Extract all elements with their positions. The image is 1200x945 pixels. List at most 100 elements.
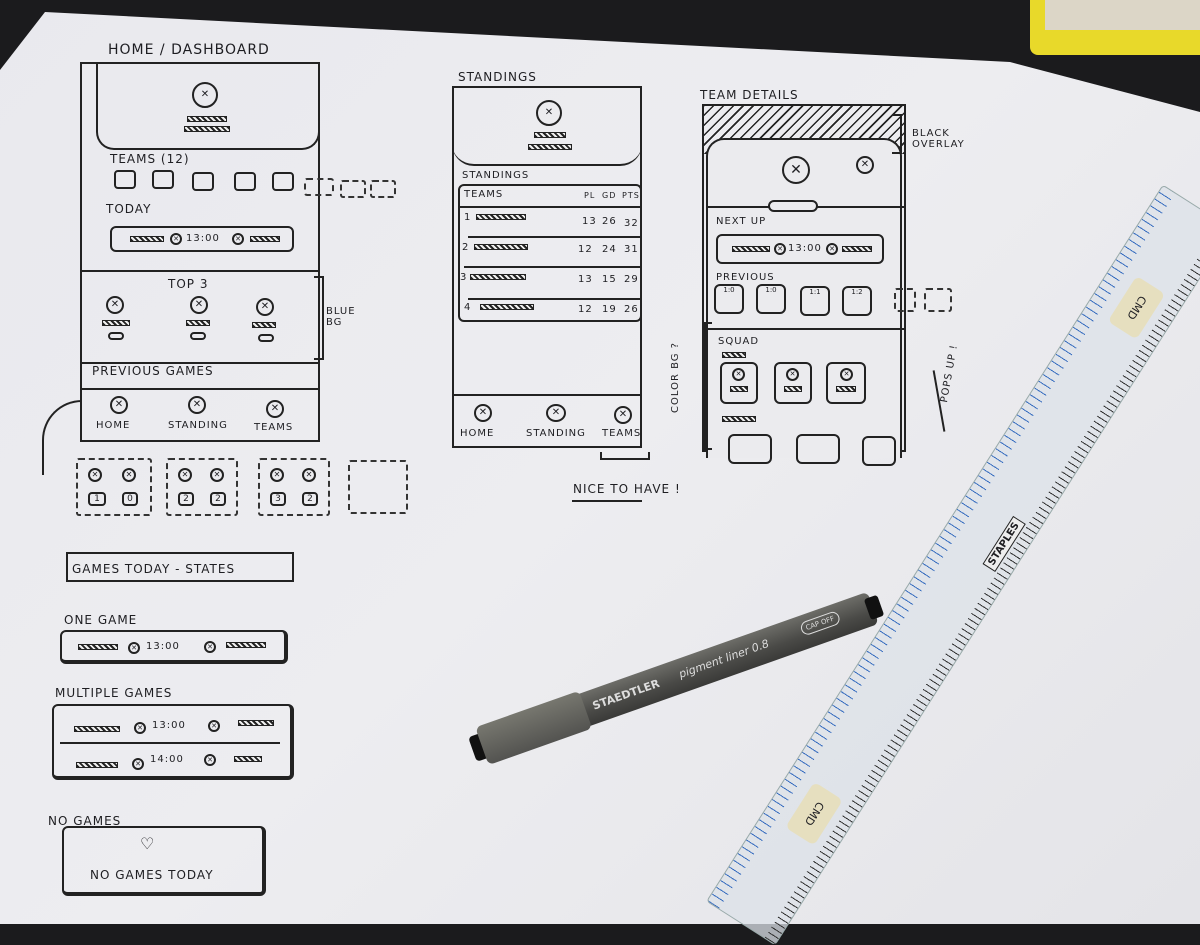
team-name — [74, 726, 120, 732]
team-chip[interactable] — [114, 170, 136, 189]
team-logo-icon: ✕ — [88, 468, 102, 482]
nav-home[interactable]: HOME — [460, 428, 494, 439]
team-logo-icon: ✕ — [302, 468, 316, 482]
previous-games-label: PREVIOUS GAMES — [92, 364, 214, 378]
teams-nav-icon[interactable]: ✕ — [266, 400, 284, 418]
home-nav-icon[interactable]: ✕ — [110, 396, 128, 414]
player-name — [836, 386, 856, 392]
player-card[interactable]: ✕ — [826, 362, 866, 404]
rank: 2 — [462, 242, 470, 253]
played: 12 — [578, 304, 593, 315]
team-logo-icon: ✕ — [826, 243, 838, 255]
previous-result[interactable]: 1:0 — [714, 284, 744, 314]
position-label — [722, 352, 746, 358]
rank: 1 — [464, 212, 472, 223]
table-row[interactable]: 2 12 24 31 — [460, 240, 642, 266]
subtitle-placeholder — [184, 126, 230, 132]
home-nav-icon[interactable]: ✕ — [474, 404, 492, 422]
empty-game-card — [348, 460, 408, 514]
standings-table: TEAMS PL GD PTS 1 13 26 32 2 12 24 31 3 … — [458, 184, 642, 322]
goal-diff: 19 — [602, 304, 617, 315]
table-row[interactable]: 4 12 19 26 — [460, 300, 642, 322]
divider — [468, 236, 642, 238]
team-name — [476, 214, 526, 220]
score: 1:0 — [723, 286, 735, 294]
teams-nav-icon[interactable]: ✕ — [614, 406, 632, 424]
today-game-card[interactable]: ✕ 13:00 ✕ — [110, 226, 294, 252]
table-row[interactable]: 1 13 26 32 — [460, 210, 642, 236]
standing-nav-icon[interactable]: ✕ — [188, 396, 206, 414]
game-row[interactable]: ✕ 13:00 ✕ — [54, 708, 290, 742]
nav-home[interactable]: HOME — [96, 420, 130, 431]
standing-nav-icon[interactable]: ✕ — [546, 404, 566, 422]
points: 26 — [624, 304, 639, 315]
played: 13 — [582, 216, 597, 227]
header-pts: PTS — [622, 191, 640, 200]
close-icon[interactable]: ✕ — [856, 156, 874, 174]
nav-standing[interactable]: STANDING — [168, 420, 228, 431]
underline — [572, 500, 642, 502]
points: 29 — [624, 274, 639, 285]
popup-sheet: ✕ ✕ NEXT UP ✕ 13:00 ✕ PREVIOUS 1:0 1:0 1… — [706, 138, 904, 466]
points-pill — [108, 332, 124, 340]
nav-standing[interactable]: STANDING — [526, 428, 586, 439]
standings-phone-frame: ✕ STANDINGS TEAMS PL GD PTS 1 13 26 32 2… — [452, 86, 642, 448]
table-row[interactable]: 3 13 15 29 — [460, 270, 642, 296]
previous-result[interactable]: 1:2 — [842, 286, 872, 316]
standings-title: STANDINGS — [458, 70, 537, 84]
previous-result[interactable]: 1:0 — [756, 284, 786, 314]
score: 1:2 — [851, 288, 863, 296]
player-card[interactable] — [728, 434, 772, 464]
next-game-card[interactable]: ✕ 13:00 ✕ — [716, 234, 884, 264]
nav-teams[interactable]: TEAMS — [602, 428, 641, 439]
previous-game-card[interactable]: ✕ ✕ 2 2 — [166, 458, 238, 516]
previous-game-card[interactable]: ✕ ✕ 1 0 — [76, 458, 152, 516]
pen-cap-label: CAP OFF — [799, 610, 842, 637]
team-chip[interactable] — [192, 172, 214, 191]
previous-result[interactable]: 1:1 — [800, 286, 830, 316]
title-placeholder — [534, 132, 566, 138]
team-logo-icon: ✕ — [190, 296, 208, 314]
score: 3 — [270, 492, 286, 506]
played: 12 — [578, 244, 593, 255]
team-logo-icon: ✕ — [204, 754, 216, 766]
team-logo-icon: ✕ — [232, 233, 244, 245]
team-name — [842, 246, 872, 252]
states-title: GAMES TODAY - STATES — [72, 562, 236, 576]
team-name — [102, 320, 130, 326]
team-name-pill — [768, 200, 818, 212]
today-label: TODAY — [106, 202, 152, 216]
next-up-label: NEXT UP — [716, 216, 767, 227]
nav-teams[interactable]: TEAMS — [254, 422, 293, 433]
team-logo-icon: ✕ — [178, 468, 192, 482]
player-card[interactable]: ✕ — [774, 362, 812, 404]
home-phone-frame: ✕ TEAMS (12) TODAY ✕ 13:00 ✕ TOP 3 ✕ ✕ ✕… — [80, 62, 320, 442]
top3-label: TOP 3 — [168, 277, 209, 291]
team-chip[interactable] — [152, 170, 174, 189]
team-logo-icon: ✕ — [208, 720, 220, 732]
game-row[interactable]: ✕ 14:00 ✕ — [54, 744, 290, 778]
player-card[interactable] — [862, 436, 896, 466]
home-title: HOME / DASHBOARD — [108, 42, 270, 58]
previous-game-card[interactable]: ✕ ✕ 3 2 — [258, 458, 330, 516]
subtitle-placeholder — [528, 144, 572, 150]
bracket — [892, 114, 902, 154]
player-card[interactable]: ✕ — [720, 362, 758, 404]
team-name — [78, 644, 118, 650]
overflow-result — [924, 288, 952, 312]
divider — [80, 388, 320, 390]
team-details-title: TEAM DETAILS — [700, 88, 799, 102]
team-chip[interactable] — [272, 172, 294, 191]
points: 32 — [624, 218, 639, 229]
header-teams: TEAMS — [464, 189, 504, 200]
one-game-card[interactable]: ✕ 13:00 ✕ — [60, 630, 288, 664]
overflow-chip — [370, 180, 396, 198]
team-name — [76, 762, 118, 768]
team-chip[interactable] — [234, 172, 256, 191]
player-avatar-icon: ✕ — [732, 368, 745, 381]
teams-label: TEAMS (12) — [110, 152, 190, 166]
score: 1:0 — [765, 286, 777, 294]
no-games-text: NO GAMES TODAY — [90, 868, 214, 882]
player-card[interactable] — [796, 434, 840, 464]
black-overlay-note: BLACK OVERLAY — [912, 128, 965, 150]
